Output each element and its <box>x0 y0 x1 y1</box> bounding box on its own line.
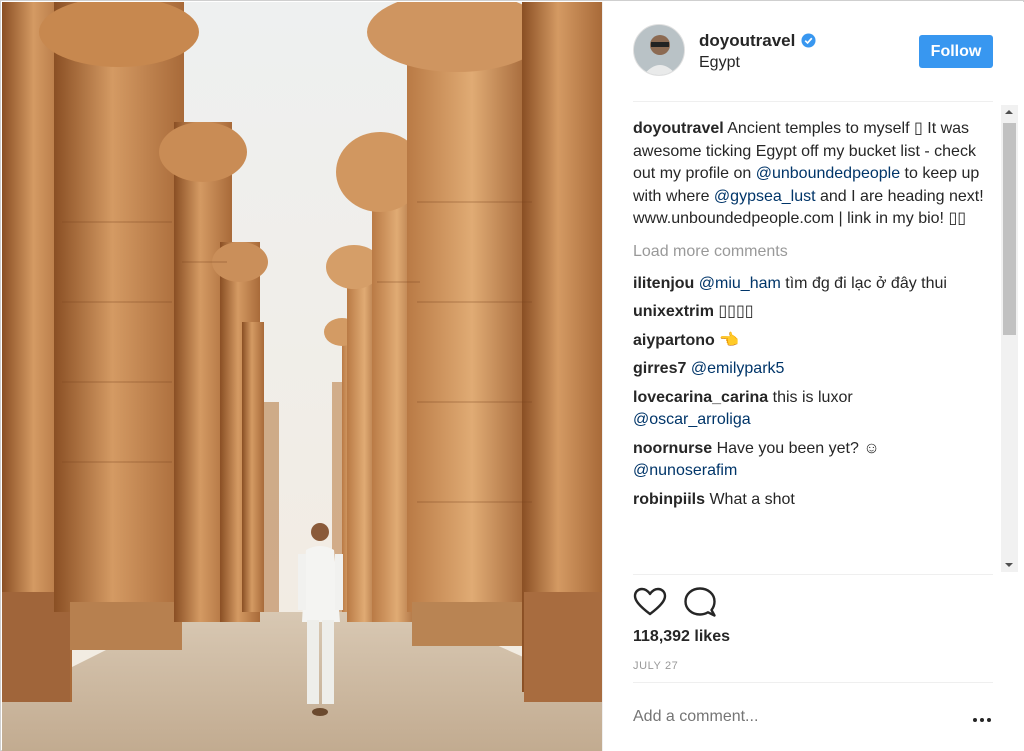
mention-link[interactable]: @emilypark5 <box>691 360 785 377</box>
comment-username[interactable]: aiypartono <box>633 332 715 349</box>
avatar[interactable] <box>633 24 685 76</box>
divider <box>633 101 993 102</box>
comment-text: this is luxor <box>768 388 853 406</box>
caption-username[interactable]: doyoutravel <box>633 120 724 137</box>
comment-item: unixextrim ▯▯▯▯ <box>633 301 993 324</box>
mention-link[interactable]: @gypsea_lust <box>714 188 816 205</box>
mention-link[interactable]: @nunoserafim <box>633 462 737 479</box>
mention-link[interactable]: @unboundedpeople <box>756 165 900 182</box>
scroll-down-arrow-icon[interactable] <box>1001 558 1018 572</box>
add-comment-input[interactable] <box>633 708 933 726</box>
mention-link[interactable]: @miu_ham <box>699 275 781 292</box>
comment-text: What a shot <box>705 490 795 508</box>
verified-badge-icon <box>801 33 816 48</box>
comment-text: tìm đg đi lạc ở đây thui <box>780 274 947 292</box>
comment-icon[interactable] <box>683 586 717 620</box>
comment-item: noornurse Have you been yet? ☺ @nunosera… <box>633 438 993 483</box>
post-photo[interactable] <box>2 2 602 751</box>
scroll-thumb[interactable] <box>1003 123 1016 335</box>
follow-button[interactable]: Follow <box>919 35 993 68</box>
post-actions <box>633 586 993 622</box>
username[interactable]: doyoutravel <box>699 31 795 51</box>
comment-username[interactable]: noornurse <box>633 440 712 457</box>
comments-scrollbar[interactable] <box>1001 105 1018 572</box>
comment-item: robinpiils What a shot <box>633 489 993 512</box>
caption: doyoutravel Ancient temples to myself ▯ … <box>633 118 993 231</box>
comment-item: ilitenjou @miu_ham tìm đg đi lạc ở đây t… <box>633 273 993 296</box>
load-more-comments[interactable]: Load more comments <box>633 241 993 263</box>
divider <box>633 574 993 575</box>
post-date[interactable]: JULY 27 <box>633 660 678 672</box>
comment-username[interactable]: unixextrim <box>633 303 714 320</box>
comment-username[interactable]: ilitenjou <box>633 275 694 292</box>
comment-username[interactable]: robinpiils <box>633 491 705 508</box>
divider <box>633 682 993 683</box>
comment-item: lovecarina_carina this is luxor @oscar_a… <box>633 387 993 432</box>
location-link[interactable]: Egypt <box>699 54 740 72</box>
heart-icon[interactable] <box>633 586 667 620</box>
comment-item: aiypartono 👈 <box>633 330 993 353</box>
comment-text: 👈 <box>714 331 740 349</box>
likes-count[interactable]: 118,392 likes <box>633 628 730 646</box>
instagram-post-window: doyoutravel Egypt Follow doyoutravel Anc… <box>0 0 1024 751</box>
comment-username[interactable]: girres7 <box>633 360 686 377</box>
avatar-image <box>634 25 684 75</box>
comment-text: ▯▯▯▯ <box>713 303 754 320</box>
comment-username[interactable]: lovecarina_carina <box>633 389 768 406</box>
mention-link[interactable]: @oscar_arroliga <box>633 411 751 428</box>
comment-text: Have you been yet? ☺ <box>712 439 880 457</box>
post-side-panel: doyoutravel Egypt Follow doyoutravel Anc… <box>602 2 1024 751</box>
post-header: doyoutravel Egypt Follow <box>603 2 1024 101</box>
comment-item: girres7 @emilypark5 <box>633 358 993 381</box>
more-options-icon[interactable] <box>973 718 993 724</box>
temple-illustration <box>2 2 602 751</box>
comments-list: doyoutravel Ancient temples to myself ▯ … <box>633 118 993 573</box>
scroll-up-arrow-icon[interactable] <box>1001 105 1018 119</box>
